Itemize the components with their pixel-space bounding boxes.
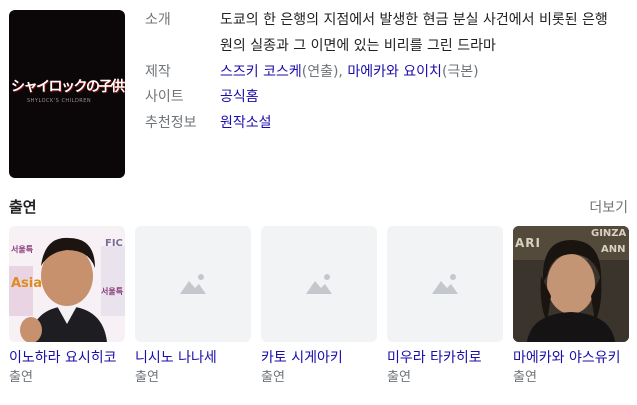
drama-poster[interactable]: シャイロックの子供たち SHYLOCK'S CHILDREN bbox=[9, 10, 125, 178]
cast-photo[interactable]: FIC 서울특 Asia 서울특 bbox=[9, 226, 125, 342]
image-placeholder-icon bbox=[306, 274, 332, 294]
production-label: 제작 bbox=[145, 64, 171, 80]
writer-link[interactable]: 마에카와 요이치 bbox=[347, 64, 442, 80]
sponsor-text-asia: Asia bbox=[11, 276, 43, 291]
backdrop-text-ginza: GINZA bbox=[591, 228, 627, 239]
sponsor-text-seoul2: 서울특 bbox=[101, 287, 124, 296]
poster-title: シャイロックの子供たち bbox=[11, 79, 125, 95]
more-link[interactable]: 더보기 bbox=[589, 197, 628, 217]
cast-photo-placeholder[interactable] bbox=[135, 226, 251, 342]
cast-role: 출연 bbox=[513, 370, 537, 385]
cast-photo-placeholder[interactable] bbox=[261, 226, 377, 342]
cast-card[interactable]: 미우라 타카히로 출연 bbox=[387, 226, 503, 389]
recommend-label: 추천정보 bbox=[145, 115, 197, 131]
cast-name[interactable]: 카토 시게아키 bbox=[261, 349, 377, 367]
cast-photo-placeholder[interactable] bbox=[387, 226, 503, 342]
cast-name[interactable]: 이노하라 요시히코 bbox=[9, 349, 125, 367]
official-site-link[interactable]: 공식홈 bbox=[220, 84, 259, 110]
backdrop-text-ari: ARI bbox=[515, 236, 541, 250]
cast-photo[interactable]: ARI GINZA ANN bbox=[513, 226, 629, 342]
sponsor-text-fic: FIC bbox=[105, 238, 123, 249]
writer-role: (극본) bbox=[441, 64, 479, 80]
cast-section-title: 출연 bbox=[9, 198, 37, 216]
poster-subtitle: SHYLOCK'S CHILDREN bbox=[27, 98, 92, 104]
cast-name[interactable]: 니시노 나나세 bbox=[135, 349, 251, 367]
synopsis-label: 소개 bbox=[145, 12, 171, 28]
director-role: (연출), bbox=[301, 64, 348, 80]
backdrop-text-ann: ANN bbox=[601, 244, 626, 255]
cast-card[interactable]: ARI GINZA ANN 마에카와 야스유키 출연 bbox=[513, 226, 629, 389]
cast-role: 출연 bbox=[261, 370, 285, 385]
cast-card[interactable]: 니시노 나나세 출연 bbox=[135, 226, 251, 389]
sponsor-text-seoul: 서울특 bbox=[11, 245, 34, 254]
cast-card[interactable]: 카토 시게아키 출연 bbox=[261, 226, 377, 389]
cast-name[interactable]: 미우라 타카히로 bbox=[387, 349, 503, 367]
production-value: 스즈키 코스케(연출), 마에카와 요이치(극본) bbox=[220, 59, 479, 85]
cast-role: 출연 bbox=[135, 370, 159, 385]
site-label: 사이트 bbox=[145, 89, 184, 105]
image-placeholder-icon bbox=[432, 274, 458, 294]
cast-role: 출연 bbox=[9, 370, 33, 385]
synopsis-text: 도쿄의 한 은행의 지점에서 발생한 현금 분실 사건에서 비롯된 은행원의 실… bbox=[220, 12, 608, 54]
cast-role: 출연 bbox=[387, 370, 411, 385]
cast-name[interactable]: 마에카와 야스유키 bbox=[513, 349, 629, 367]
cast-card[interactable]: FIC 서울특 Asia 서울특 이노하라 요시히코 출연 bbox=[9, 226, 125, 389]
director-link[interactable]: 스즈키 코스케 bbox=[220, 64, 302, 80]
image-placeholder-icon bbox=[180, 274, 206, 294]
original-novel-link[interactable]: 원작소설 bbox=[220, 110, 272, 136]
